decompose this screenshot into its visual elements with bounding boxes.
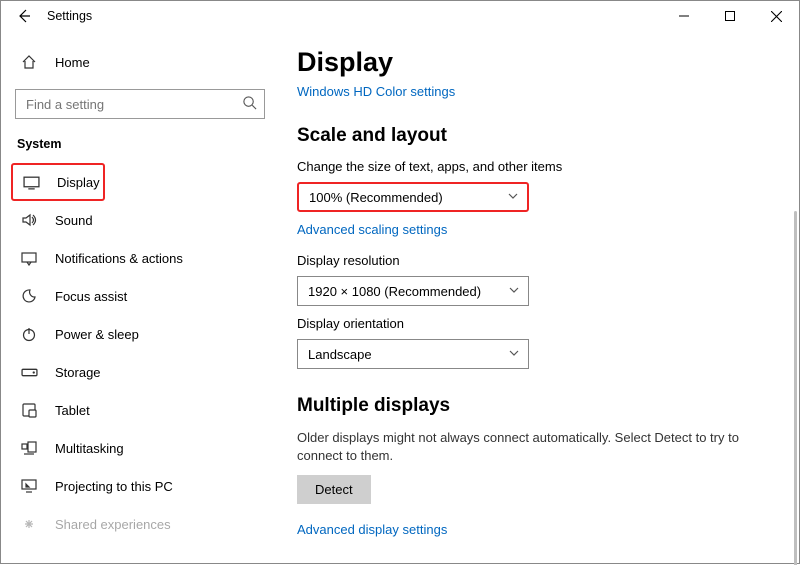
sidebar-home[interactable]: Home bbox=[11, 45, 269, 79]
sidebar-item-storage[interactable]: Storage bbox=[11, 353, 269, 391]
sound-icon bbox=[17, 212, 41, 228]
sidebar-item-multitasking[interactable]: Multitasking bbox=[11, 429, 269, 467]
resolution-label: Display resolution bbox=[297, 253, 775, 268]
sidebar-item-focus-assist[interactable]: Focus assist bbox=[11, 277, 269, 315]
multitasking-icon bbox=[17, 440, 41, 456]
chevron-down-icon bbox=[508, 284, 520, 299]
sidebar-item-projecting[interactable]: Projecting to this PC bbox=[11, 467, 269, 505]
sidebar-item-shared[interactable]: Shared experiences bbox=[11, 505, 269, 543]
focus-assist-icon bbox=[17, 288, 41, 304]
scrollbar[interactable] bbox=[794, 211, 797, 565]
resolution-value: 1920 × 1080 (Recommended) bbox=[308, 284, 481, 299]
detect-button[interactable]: Detect bbox=[297, 475, 371, 504]
orientation-dropdown[interactable]: Landscape bbox=[297, 339, 529, 369]
scale-layout-heading: Scale and layout bbox=[297, 125, 775, 147]
search-box[interactable] bbox=[15, 89, 265, 119]
sidebar-item-label: Sound bbox=[55, 213, 93, 228]
minimize-button[interactable] bbox=[661, 1, 707, 31]
sidebar-item-label: Tablet bbox=[55, 403, 90, 418]
search-input[interactable] bbox=[15, 89, 265, 119]
sidebar-category: System bbox=[11, 137, 269, 163]
sidebar-item-label: Display bbox=[57, 175, 100, 190]
sidebar-item-notifications[interactable]: Notifications & actions bbox=[11, 239, 269, 277]
shared-icon bbox=[17, 516, 41, 532]
orientation-label: Display orientation bbox=[297, 316, 775, 331]
sidebar-item-tablet[interactable]: Tablet bbox=[11, 391, 269, 429]
scale-value: 100% (Recommended) bbox=[309, 190, 443, 205]
page-title: Display bbox=[297, 47, 775, 78]
sidebar-item-label: Notifications & actions bbox=[55, 251, 183, 266]
sidebar-item-power-sleep[interactable]: Power & sleep bbox=[11, 315, 269, 353]
sidebar-item-label: Projecting to this PC bbox=[55, 479, 173, 494]
maximize-button[interactable] bbox=[707, 1, 753, 31]
search-icon bbox=[242, 95, 257, 113]
tablet-icon bbox=[17, 402, 41, 418]
sidebar-item-sound[interactable]: Sound bbox=[11, 201, 269, 239]
multiple-displays-heading: Multiple displays bbox=[297, 395, 775, 417]
back-button[interactable] bbox=[11, 4, 35, 28]
sidebar-item-label: Power & sleep bbox=[55, 327, 139, 342]
hd-color-link[interactable]: Windows HD Color settings bbox=[297, 84, 455, 99]
content-area: Display Windows HD Color settings Scale … bbox=[279, 31, 799, 565]
sidebar-item-display[interactable]: Display bbox=[11, 163, 105, 201]
notifications-icon bbox=[17, 250, 41, 266]
sidebar-item-label: Storage bbox=[55, 365, 101, 380]
sidebar-item-label: Shared experiences bbox=[55, 517, 171, 532]
sidebar-item-label: Focus assist bbox=[55, 289, 127, 304]
storage-icon bbox=[17, 364, 41, 381]
scale-label: Change the size of text, apps, and other… bbox=[297, 159, 775, 174]
advanced-scaling-link[interactable]: Advanced scaling settings bbox=[297, 222, 447, 237]
resolution-dropdown[interactable]: 1920 × 1080 (Recommended) bbox=[297, 276, 529, 306]
display-icon bbox=[19, 174, 43, 191]
chevron-down-icon bbox=[507, 190, 519, 205]
advanced-display-link[interactable]: Advanced display settings bbox=[297, 522, 447, 537]
sidebar-home-label: Home bbox=[55, 55, 90, 70]
sidebar: Home System Display Sound Notifica bbox=[1, 31, 279, 565]
multiple-displays-desc: Older displays might not always connect … bbox=[297, 429, 775, 465]
power-icon bbox=[17, 326, 41, 342]
projecting-icon bbox=[17, 478, 41, 494]
orientation-value: Landscape bbox=[308, 347, 372, 362]
close-button[interactable] bbox=[753, 1, 799, 31]
home-icon bbox=[17, 54, 41, 70]
sidebar-item-label: Multitasking bbox=[55, 441, 124, 456]
window-title: Settings bbox=[47, 9, 92, 23]
scale-dropdown[interactable]: 100% (Recommended) bbox=[297, 182, 529, 212]
chevron-down-icon bbox=[508, 347, 520, 362]
